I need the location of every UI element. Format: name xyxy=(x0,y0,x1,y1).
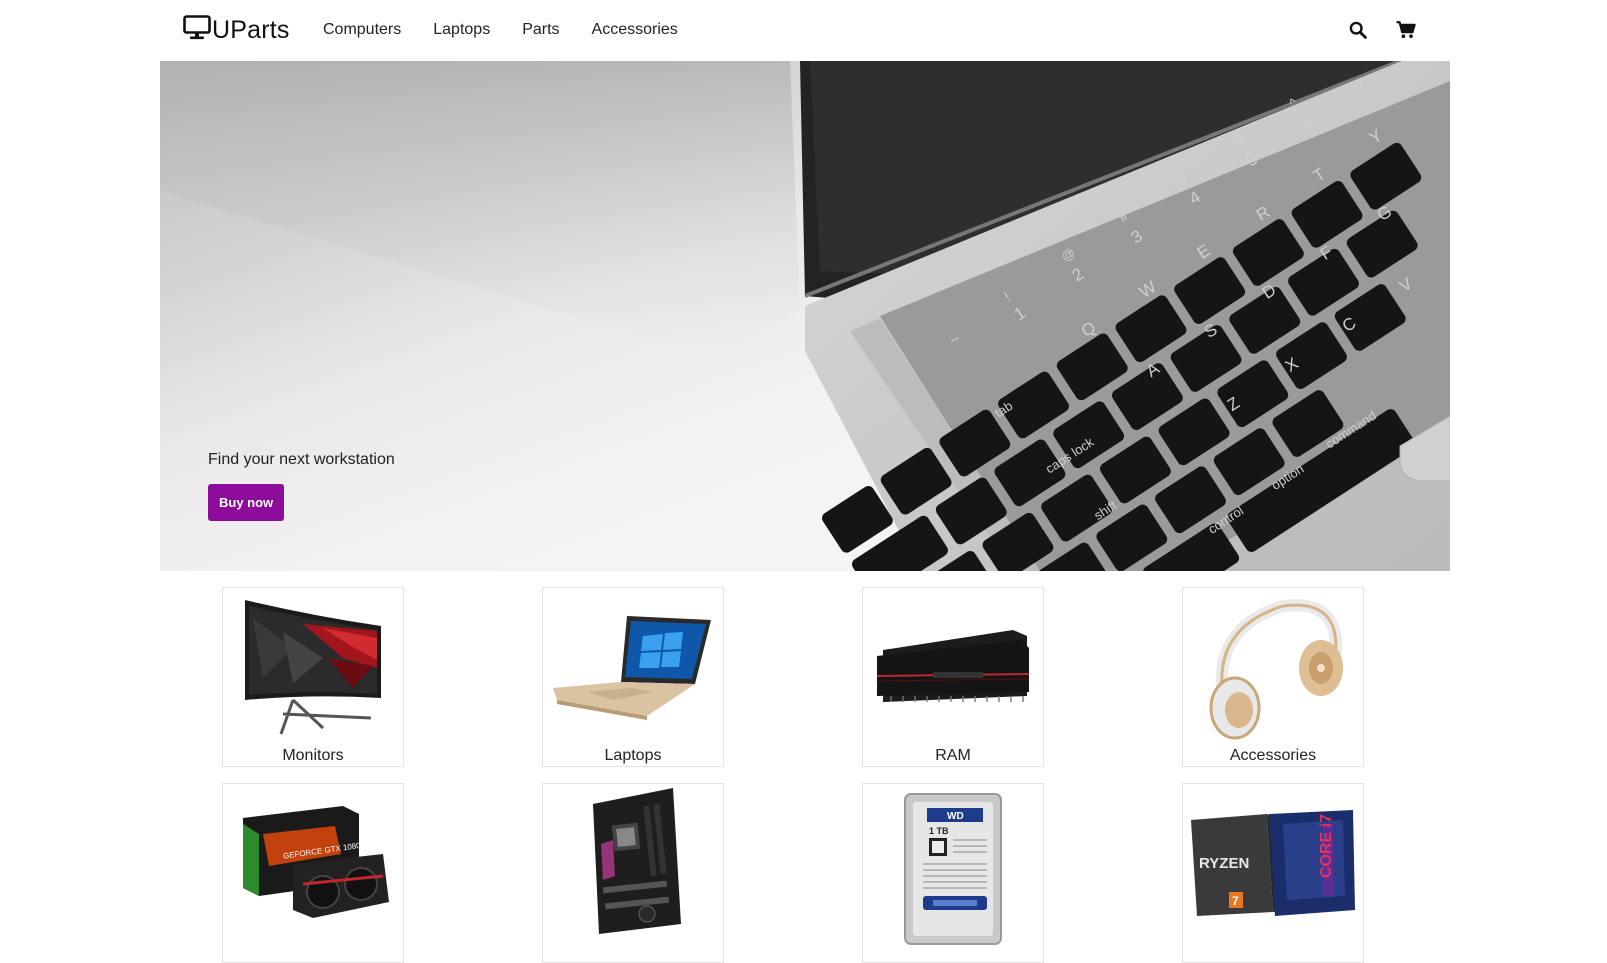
monitor-image xyxy=(245,600,381,735)
buy-now-button[interactable]: Buy now xyxy=(208,484,285,521)
category-card-gpu[interactable]: GEFORCE GTX 1080 xyxy=(222,783,404,963)
gpu-image: GEFORCE GTX 1080 xyxy=(243,806,389,918)
category-label: Accessories xyxy=(1229,747,1317,764)
nav-laptops[interactable]: Laptops xyxy=(433,18,490,42)
category-label: Monitors xyxy=(282,747,344,764)
category-card-cpu[interactable]: RYZEN 7 CORE i7 xyxy=(1182,783,1364,963)
category-label: Laptops xyxy=(604,747,662,764)
nav-tools xyxy=(1321,19,1417,41)
cart-icon[interactable] xyxy=(1395,19,1417,41)
laptop-image xyxy=(553,616,711,720)
category-card-laptops[interactable]: Laptops xyxy=(542,587,724,767)
category-card-ram[interactable]: RAM xyxy=(862,587,1044,767)
nav-parts[interactable]: Parts xyxy=(522,18,559,42)
brand-name: UParts xyxy=(212,15,290,44)
hero-banner: Q W E R T Y A S D F G Z X C V 1 2 3 4 5 … xyxy=(160,61,1450,571)
brand-logo[interactable]: UParts xyxy=(183,12,290,48)
hard-drive-image: WD 1 TB xyxy=(904,793,1002,945)
cpu-text-7: 7 xyxy=(1232,894,1239,908)
category-card-accessories[interactable]: Accessories xyxy=(1182,587,1364,767)
hdd-brand: WD xyxy=(947,811,964,822)
nav-accessories[interactable]: Accessories xyxy=(592,18,678,42)
hero-tagline: Find your next workstation xyxy=(208,451,395,468)
search-icon[interactable] xyxy=(1347,19,1369,41)
motherboard-image xyxy=(593,788,681,934)
navbar: UParts Computers Laptops Parts Accessori… xyxy=(0,0,1607,61)
hero-caption: Find your next workstation Buy now xyxy=(208,451,395,521)
category-card-motherboard[interactable] xyxy=(542,783,724,963)
category-card-monitors[interactable]: Monitors xyxy=(222,587,404,767)
ram-image xyxy=(876,630,1030,702)
main-nav: Computers Laptops Parts Accessories xyxy=(323,18,710,42)
nav-computers[interactable]: Computers xyxy=(323,18,401,42)
hdd-capacity: 1 TB xyxy=(929,826,949,836)
monitor-icon xyxy=(183,14,211,46)
cpu-text-ryzen: RYZEN xyxy=(1199,855,1249,872)
category-label: RAM xyxy=(935,747,971,764)
cpu-text-core: CORE i7 xyxy=(1318,814,1335,878)
cpu-image: RYZEN 7 CORE i7 xyxy=(1191,810,1355,916)
headphones-image xyxy=(1209,599,1343,740)
category-card-hard-drive[interactable]: WD 1 TB xyxy=(862,783,1044,963)
